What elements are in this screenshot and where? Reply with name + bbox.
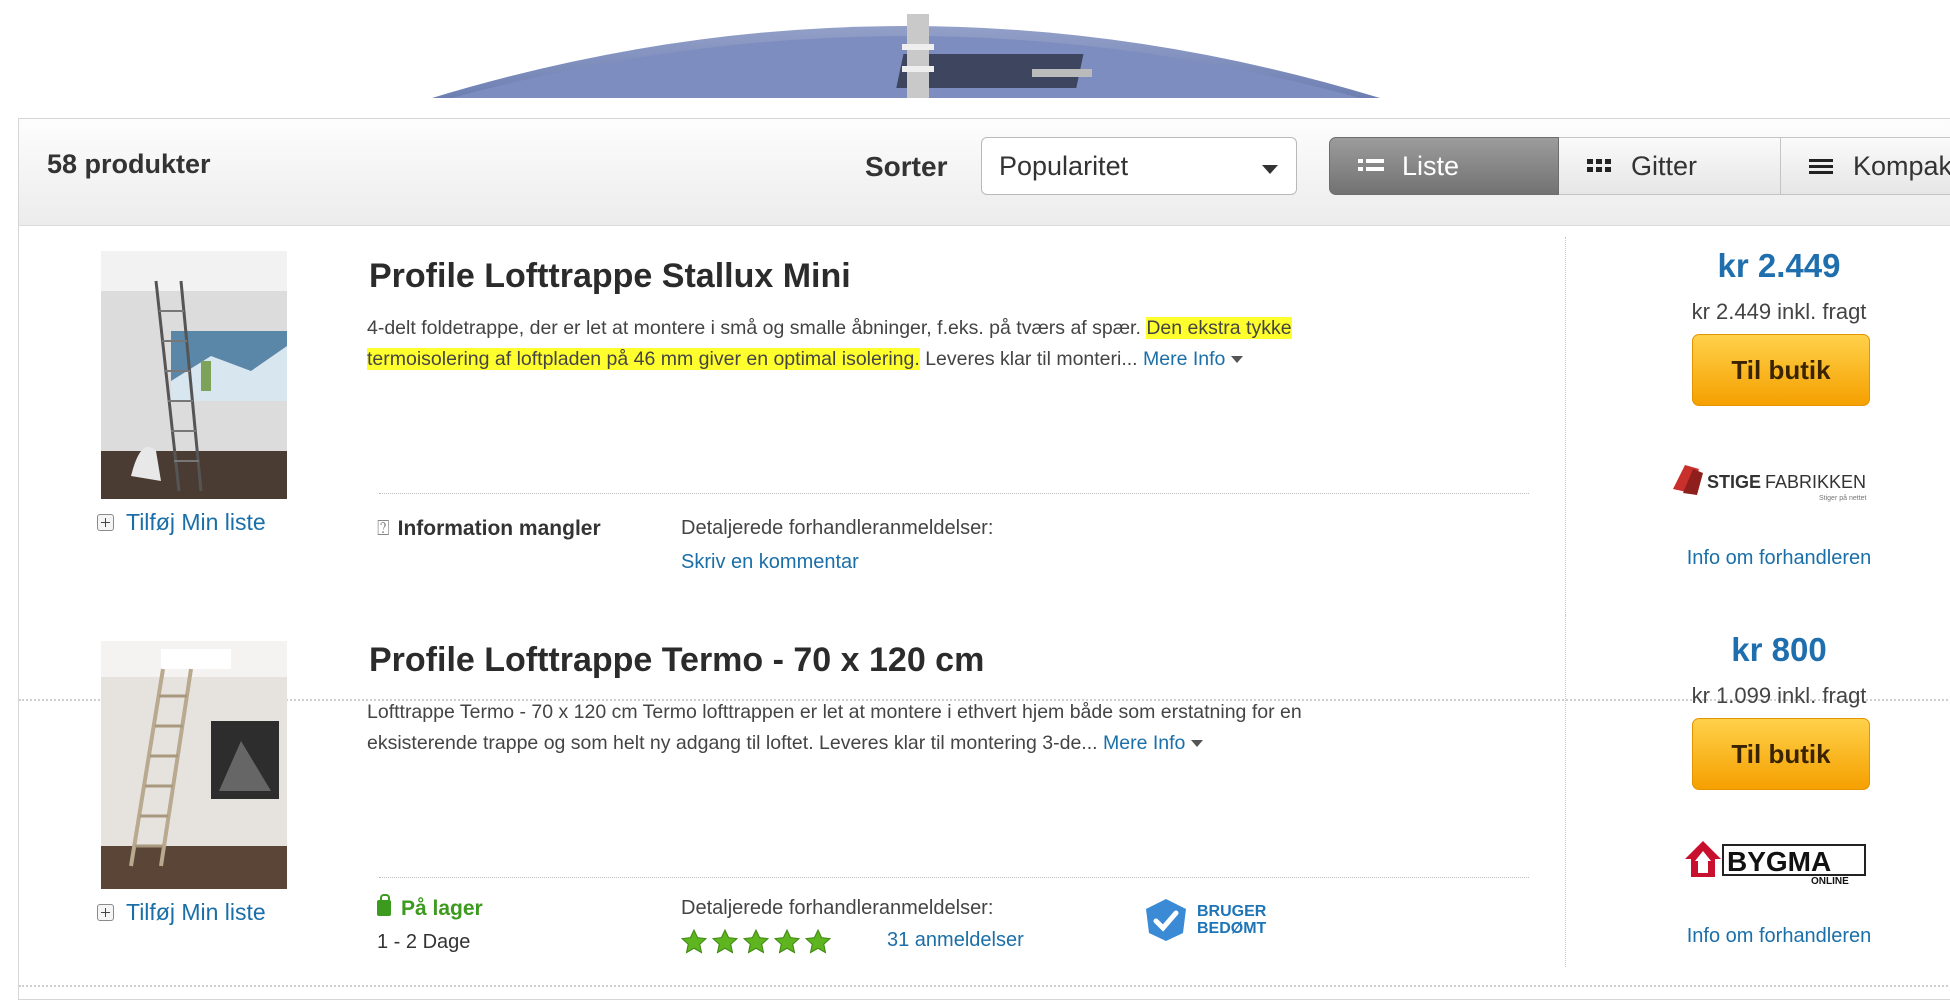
view-grid-button[interactable]: Gitter bbox=[1559, 137, 1781, 195]
info-missing-icon: ⍰ bbox=[377, 517, 390, 540]
view-list-label: Liste bbox=[1402, 150, 1460, 181]
checkmark-badge-icon bbox=[1146, 899, 1186, 941]
view-list-button[interactable]: Liste bbox=[1329, 137, 1559, 195]
more-info-link[interactable]: Mere Info bbox=[1103, 732, 1185, 754]
dealer-reviews-label: Detaljerede forhandleranmeldelser: bbox=[681, 897, 994, 919]
add-to-list-button[interactable]: Tilføj Min liste bbox=[97, 509, 266, 536]
stock-status: På lager bbox=[377, 894, 483, 921]
user-rated-badge: BRUGER BEDØMT bbox=[1143, 897, 1266, 943]
svg-text:Stiger på nettet: Stiger på nettet bbox=[1819, 494, 1867, 502]
delivery-time: 1 - 2 Dage bbox=[377, 931, 471, 953]
star-icon bbox=[805, 929, 831, 954]
add-to-list-label: Tilføj Min liste bbox=[126, 899, 266, 925]
star-rating[interactable] bbox=[681, 929, 836, 955]
product-title[interactable]: Profile Lofttrappe Termo - 70 x 120 cm bbox=[369, 641, 984, 680]
column-divider bbox=[1565, 615, 1566, 967]
star-icon bbox=[681, 929, 707, 954]
go-to-shop-button[interactable]: Til butik bbox=[1692, 334, 1870, 406]
add-to-list-label: Tilføj Min liste bbox=[126, 509, 266, 535]
svg-text:STIGE: STIGE bbox=[1707, 472, 1761, 492]
product-description: 4-delt foldetrappe, der er let at monter… bbox=[367, 313, 1357, 375]
view-grid-label: Gitter bbox=[1631, 150, 1698, 181]
shop-logo-stigefabrikken[interactable]: STIGE FABRIKKEN Stiger på nettet bbox=[1669, 459, 1909, 508]
description-text-end: Leveres klar til monteri... bbox=[919, 348, 1144, 370]
product-row: Tilføj Min liste Profile Lofttrappe Term… bbox=[19, 605, 1950, 987]
sort-value: Popularitet bbox=[999, 151, 1129, 181]
info-missing-label: Information mangler bbox=[397, 517, 601, 540]
caret-down-icon bbox=[1231, 356, 1244, 363]
svg-text:ONLINE: ONLINE bbox=[1811, 876, 1849, 885]
star-icon bbox=[743, 929, 769, 954]
product-title[interactable]: Profile Lofttrappe Stallux Mini bbox=[369, 257, 851, 296]
shop-logo-bygma[interactable]: BYGMA ONLINE bbox=[1683, 837, 1883, 890]
more-info-link[interactable]: Mere Info bbox=[1143, 348, 1225, 370]
product-image[interactable] bbox=[101, 251, 287, 499]
badge-line1: BRUGER bbox=[1197, 903, 1267, 920]
product-count: 58 produkter bbox=[47, 149, 211, 179]
view-compact-label: Kompakt bbox=[1853, 150, 1950, 181]
add-to-list-button[interactable]: Tilføj Min liste bbox=[97, 899, 266, 926]
dealer-info-link[interactable]: Info om forhandleren bbox=[1599, 547, 1950, 570]
write-comment-link[interactable]: Skriv en kommentar bbox=[681, 551, 859, 574]
star-icon bbox=[774, 929, 800, 954]
badge-line2: BEDØMT bbox=[1197, 920, 1267, 937]
price-incl-shipping: kr 2.449 inkl. fragt bbox=[1691, 299, 1867, 324]
badge-text: BRUGER BEDØMT bbox=[1197, 903, 1266, 937]
reviews-link[interactable]: 31 anmeldelser bbox=[887, 929, 1024, 952]
product-description: Lofttrappe Termo - 70 x 120 cm Termo lof… bbox=[367, 697, 1357, 759]
compact-list-icon bbox=[1809, 159, 1833, 174]
caret-down-icon bbox=[1191, 740, 1204, 747]
svg-text:BYGMA: BYGMA bbox=[1727, 846, 1831, 877]
shopping-bag-icon bbox=[377, 894, 391, 916]
stock-label: På lager bbox=[401, 897, 483, 920]
star-icon bbox=[712, 929, 738, 954]
price: kr 2.449 bbox=[1717, 247, 1841, 284]
divider bbox=[379, 877, 1529, 878]
description-text: 4-delt foldetrappe, der er let at monter… bbox=[367, 317, 1147, 339]
product-image[interactable] bbox=[101, 641, 287, 889]
dealer-reviews-label: Detaljerede forhandleranmeldelser: bbox=[681, 517, 994, 539]
results-toolbar: 58 produkter Sorter Popularitet Liste Gi… bbox=[19, 119, 1950, 226]
price-incl-shipping: kr 1.099 inkl. fragt bbox=[1691, 683, 1867, 708]
sort-label: Sorter bbox=[865, 151, 948, 182]
svg-text:FABRIKKEN: FABRIKKEN bbox=[1765, 472, 1866, 492]
view-compact-button[interactable]: Kompakt bbox=[1781, 137, 1950, 195]
chevron-down-icon bbox=[1262, 165, 1278, 174]
sort-select[interactable]: Popularitet bbox=[981, 137, 1297, 195]
plus-icon bbox=[97, 904, 114, 921]
banner-image bbox=[432, 14, 1380, 98]
price: kr 800 bbox=[1731, 631, 1827, 668]
plus-icon bbox=[97, 514, 114, 531]
list-icon bbox=[1358, 159, 1384, 171]
info-missing: ⍰ Information mangler bbox=[377, 517, 601, 541]
dealer-info-link[interactable]: Info om forhandleren bbox=[1599, 925, 1950, 948]
product-results-panel: 58 produkter Sorter Popularitet Liste Gi… bbox=[18, 118, 1950, 1000]
divider bbox=[379, 493, 1529, 494]
go-to-shop-button[interactable]: Til butik bbox=[1692, 718, 1870, 790]
grid-icon bbox=[1587, 159, 1611, 172]
